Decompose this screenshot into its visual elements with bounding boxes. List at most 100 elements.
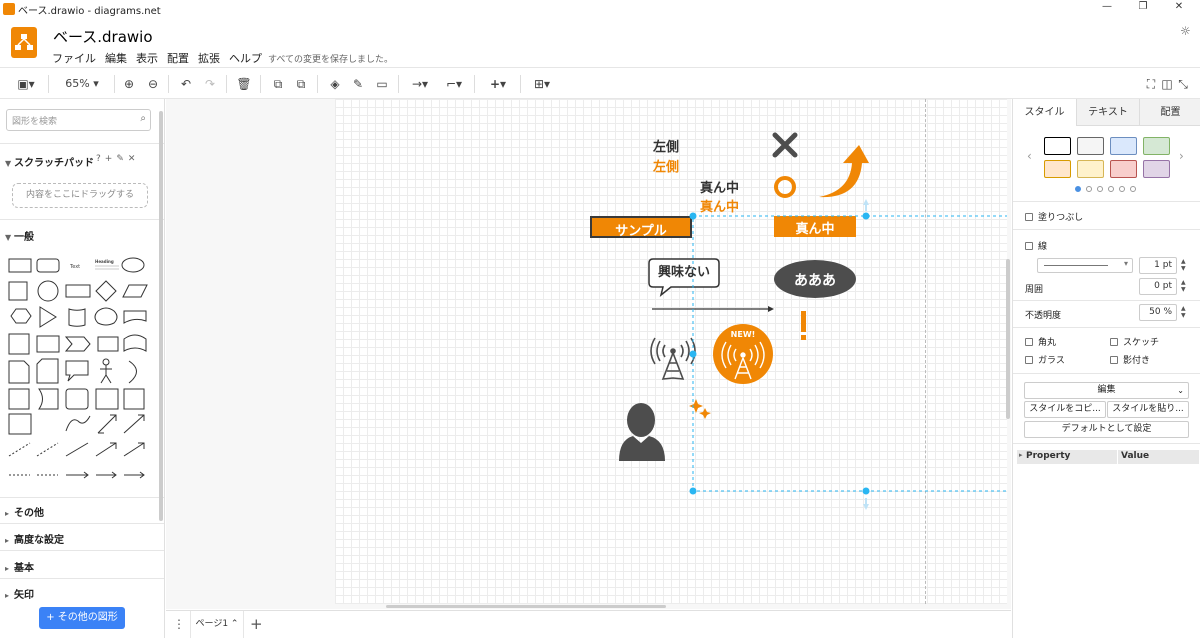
- theme-icon[interactable]: ☼: [1180, 24, 1192, 38]
- glass-checkbox[interactable]: [1025, 356, 1033, 364]
- connection-icon[interactable]: →▾: [406, 75, 434, 93]
- section-arrows[interactable]: ▸ 矢印: [5, 586, 34, 601]
- opacity-input[interactable]: 50 %: [1139, 304, 1177, 321]
- section-basic[interactable]: ▸ 基本: [5, 559, 34, 574]
- section-other[interactable]: ▸ その他: [5, 504, 44, 519]
- table-icon[interactable]: ⊞▾: [528, 75, 556, 93]
- minimize-button[interactable]: —: [1092, 1, 1122, 17]
- diagram-shapes[interactable]: NEW!: [335, 99, 1007, 604]
- zoom-select[interactable]: 65% ▾: [58, 75, 106, 93]
- circle-mark[interactable]: [774, 176, 796, 198]
- to-front-icon[interactable]: ⧉: [270, 75, 286, 93]
- fullscreen-icon[interactable]: ⛶: [1144, 75, 1158, 93]
- pages-menu-icon[interactable]: ⋮: [173, 617, 185, 631]
- line-option[interactable]: 線: [1025, 239, 1047, 252]
- dot[interactable]: [1097, 186, 1103, 192]
- chevron-left-icon[interactable]: ‹: [1027, 149, 1032, 163]
- menu-view[interactable]: 表示: [136, 50, 158, 66]
- section-advanced[interactable]: ▸ 高度な設定: [5, 531, 64, 546]
- delete-icon[interactable]: 🗑: [236, 75, 252, 93]
- to-back-icon[interactable]: ⧉: [293, 75, 309, 93]
- opacity-spinner[interactable]: ▲ ▼: [1181, 305, 1186, 319]
- general-header[interactable]: ▼ 一般: [5, 228, 34, 243]
- style-swatch[interactable]: [1044, 137, 1071, 155]
- format-panel-icon[interactable]: ◫: [1160, 75, 1174, 93]
- x-mark-icon[interactable]: [772, 132, 798, 158]
- copy-style-button[interactable]: スタイルをコピ...: [1024, 401, 1106, 418]
- close-icon[interactable]: ✕: [128, 154, 140, 164]
- zoom-in-icon[interactable]: ⊕: [121, 75, 137, 93]
- scratchpad-actions[interactable]: ?+✎✕: [96, 154, 139, 164]
- dot[interactable]: [1130, 186, 1136, 192]
- exclamation-mark[interactable]: [801, 311, 806, 332]
- line-width-input[interactable]: 1 pt: [1139, 257, 1177, 274]
- style-swatch[interactable]: [1143, 160, 1170, 178]
- style-swatch[interactable]: [1044, 160, 1071, 178]
- user-icon[interactable]: [619, 403, 665, 461]
- more-shapes-button[interactable]: + その他の図形: [39, 607, 125, 629]
- help-icon[interactable]: ?: [96, 154, 105, 164]
- new-antenna-icon[interactable]: NEW!: [713, 324, 773, 384]
- menu-extras[interactable]: 拡張: [198, 50, 220, 66]
- sidebar-scrollbar[interactable]: [159, 111, 163, 521]
- sketch-checkbox[interactable]: [1110, 338, 1118, 346]
- line-color-icon[interactable]: ✎: [350, 75, 366, 93]
- menu-arrange[interactable]: 配置: [167, 50, 189, 66]
- dot[interactable]: [1108, 186, 1114, 192]
- tab-arrange[interactable]: 配置: [1139, 99, 1200, 126]
- panel-toggle-icon[interactable]: ▣▾: [12, 75, 40, 93]
- maximize-button[interactable]: ❐: [1128, 1, 1158, 17]
- zoom-out-icon[interactable]: ⊖: [145, 75, 161, 93]
- swatch-page-dots[interactable]: [1075, 186, 1136, 192]
- shadow-icon[interactable]: ▭: [374, 75, 390, 93]
- dot[interactable]: [1119, 186, 1125, 192]
- style-swatch[interactable]: [1110, 160, 1137, 178]
- perimeter-spinner[interactable]: ▲ ▼: [1181, 279, 1186, 293]
- fill-color-icon[interactable]: ◈: [327, 75, 343, 93]
- fill-checkbox[interactable]: [1025, 213, 1033, 221]
- menu-help[interactable]: ヘルプ: [229, 50, 262, 66]
- undo-icon[interactable]: ↶: [178, 75, 194, 93]
- shadow-checkbox[interactable]: [1110, 356, 1118, 364]
- collapse-icon[interactable]: ⤡: [1176, 75, 1190, 93]
- style-swatch[interactable]: [1143, 137, 1170, 155]
- canvas-vertical-scrollbar[interactable]: [1006, 259, 1010, 419]
- shape-text[interactable]: Text: [69, 264, 80, 270]
- line-style-select[interactable]: ▾: [1037, 258, 1133, 273]
- add-page-icon[interactable]: +: [250, 615, 263, 633]
- rounded-checkbox[interactable]: [1025, 338, 1033, 346]
- chevron-right-icon[interactable]: ›: [1179, 149, 1184, 163]
- line-checkbox[interactable]: [1025, 242, 1033, 250]
- antenna-icon[interactable]: [650, 337, 696, 380]
- clone-arrows[interactable]: [863, 199, 1007, 510]
- style-swatch[interactable]: [1077, 160, 1104, 178]
- paste-style-button[interactable]: スタイルを貼り...: [1107, 401, 1189, 418]
- waypoints-icon[interactable]: ⌐▾: [440, 75, 468, 93]
- rounded-option[interactable]: 角丸: [1025, 335, 1056, 348]
- edit-style-button[interactable]: 編集 ⌄: [1024, 382, 1189, 399]
- add-icon[interactable]: +: [105, 154, 117, 164]
- style-swatch[interactable]: [1110, 137, 1137, 155]
- sketch-option[interactable]: スケッチ: [1110, 335, 1159, 348]
- curved-arrow-icon[interactable]: [819, 145, 869, 198]
- shadow-option[interactable]: 影付き: [1110, 353, 1150, 366]
- save-status[interactable]: すべての変更を保存しました。: [268, 52, 393, 65]
- redo-icon[interactable]: ↷: [202, 75, 218, 93]
- fill-option[interactable]: 塗りつぶし: [1025, 210, 1083, 223]
- shape-heading[interactable]: Heading: [95, 259, 114, 264]
- edit-icon[interactable]: ✎: [116, 154, 128, 164]
- insert-icon[interactable]: +▾: [484, 75, 512, 93]
- perimeter-input[interactable]: 0 pt: [1139, 278, 1177, 295]
- tab-style[interactable]: スタイル: [1013, 99, 1076, 126]
- tab-text[interactable]: テキスト: [1076, 99, 1139, 126]
- style-swatch[interactable]: [1077, 137, 1104, 155]
- document-title[interactable]: ベース.drawio: [53, 26, 153, 47]
- diagram-page[interactable]: 左側 左側 真ん中 真ん中 サンプル 真ん中 NEW! 興味ない あああ: [335, 99, 1007, 604]
- shape-search-input[interactable]: 図形を検索 ⌕: [6, 109, 151, 131]
- scratchpad-dropzone[interactable]: 内容をここにドラッグする: [12, 183, 148, 208]
- glass-option[interactable]: ガラス: [1025, 353, 1065, 366]
- set-default-style-button[interactable]: デフォルトとして設定: [1024, 421, 1189, 438]
- diagram-canvas[interactable]: 左側 左側 真ん中 真ん中 サンプル 真ん中 NEW! 興味ない あああ: [166, 99, 1011, 609]
- dot[interactable]: [1075, 186, 1081, 192]
- scratchpad-header[interactable]: ▼ スクラッチパッド: [5, 154, 94, 169]
